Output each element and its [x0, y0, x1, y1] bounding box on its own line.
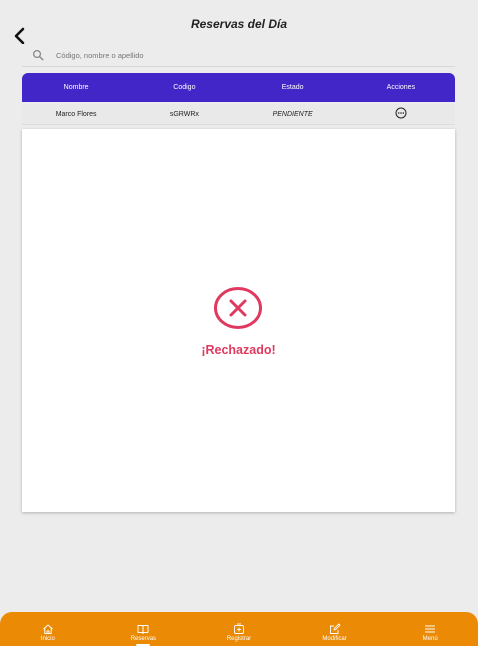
cell-nombre: Marco Flores [55, 110, 97, 118]
search-icon [32, 49, 44, 61]
edit-icon [329, 623, 341, 634]
nav-item-reservas[interactable]: Reservas [96, 612, 192, 646]
rejected-x-icon [214, 287, 262, 329]
more-options-icon[interactable] [395, 107, 407, 119]
cell-estado: PENDIENTE [272, 110, 313, 118]
column-header-estado: Estado [281, 84, 304, 91]
nav-item-registrar[interactable]: Registrar [191, 612, 287, 646]
bottom-navigation: Inicio Reservas Registrar Modificar Menú [0, 612, 478, 646]
search-bar [22, 44, 455, 67]
column-header-acciones: Acciones [386, 84, 416, 91]
nav-label-reservas: Reservas [130, 636, 157, 642]
nav-item-inicio[interactable]: Inicio [0, 612, 96, 646]
nav-label-modificar: Modificar [322, 636, 347, 642]
menu-icon [425, 625, 436, 633]
table-row[interactable]: Marco Flores sGRWRx PENDIENTE [22, 104, 455, 125]
reservations-screen: Reservas del Día Nombre Codigo Estado Ac… [0, 0, 478, 646]
column-header-codigo: Codigo [173, 84, 196, 91]
home-icon [42, 624, 53, 634]
nav-item-menu[interactable]: Menú [382, 612, 478, 646]
cell-codigo: sGRWRx [169, 110, 199, 118]
cell-acciones [347, 107, 455, 121]
nav-label-menu: Menú [422, 636, 438, 642]
result-message: ¡Rechazado! [201, 343, 276, 357]
nav-label-registrar: Registrar [226, 636, 252, 642]
result-modal: ¡Rechazado! [22, 129, 455, 512]
column-header-nombre: Nombre [63, 84, 89, 91]
nav-item-modificar[interactable]: Modificar [287, 612, 383, 646]
book-icon [137, 625, 149, 634]
add-icon [234, 623, 244, 634]
nav-label-inicio: Inicio [40, 636, 55, 642]
search-input[interactable] [54, 49, 438, 61]
page-title: Reservas del Día [190, 17, 288, 31]
table-header: Nombre Codigo Estado Acciones [22, 73, 455, 102]
